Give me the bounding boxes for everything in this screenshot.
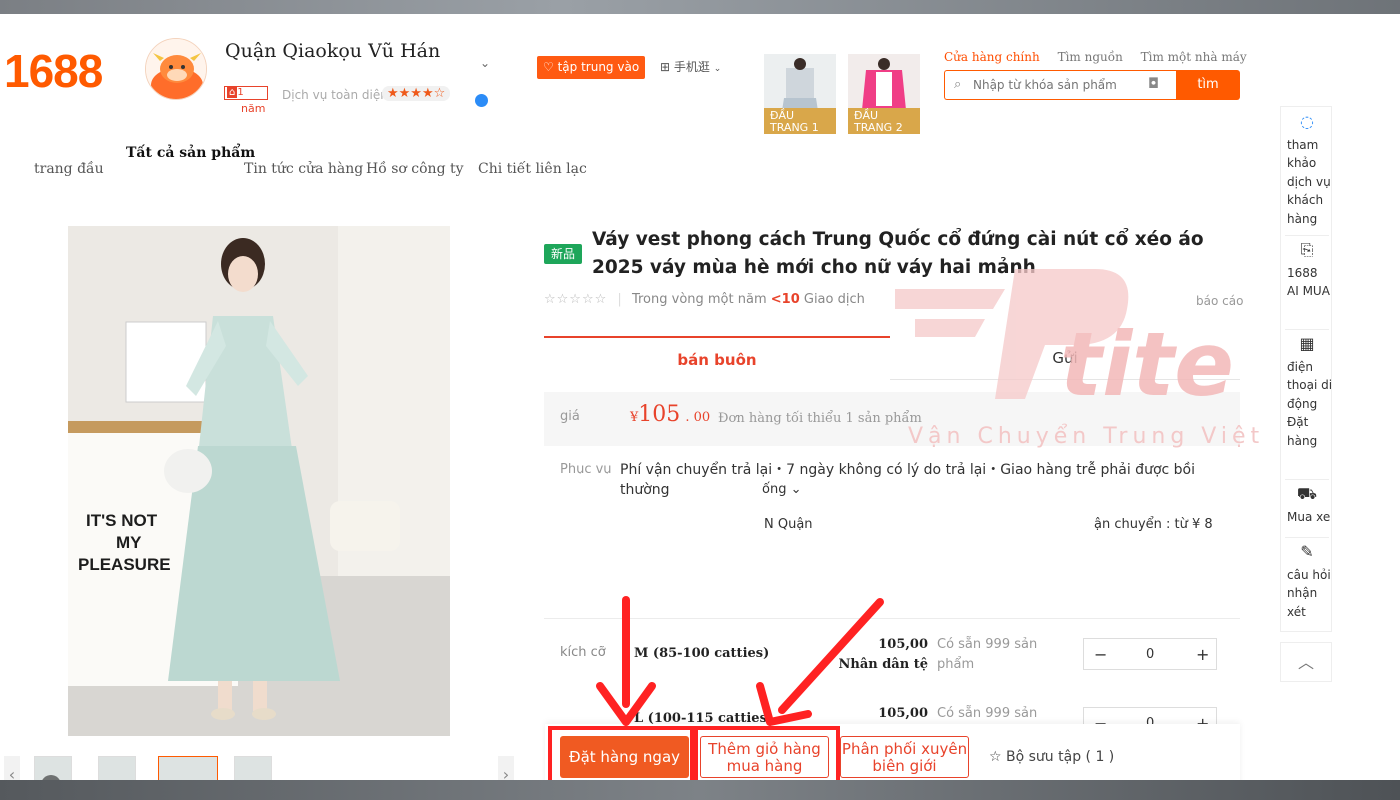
tab-wholesale[interactable]: bán buôn bbox=[544, 336, 890, 380]
price-dec: . 00 bbox=[685, 410, 711, 425]
cow-mascot-icon bbox=[146, 39, 206, 99]
years-badge-icon: ⌂ bbox=[227, 87, 238, 98]
min-order: Đơn hàng tối thiểu 1 sản phẩm bbox=[718, 411, 922, 426]
search-icon: ⌕ bbox=[954, 77, 962, 92]
transactions-count: <10 bbox=[770, 292, 800, 307]
sidebar-divider bbox=[1285, 537, 1329, 538]
years-badge: ⌂ 1 bbox=[224, 86, 268, 100]
transactions-suffix: Giao dịch bbox=[803, 292, 865, 307]
quantity-value[interactable]: 0 bbox=[1146, 647, 1154, 662]
shipping-fee: ận chuyển : từ ¥ 8 bbox=[1094, 517, 1213, 532]
rating-row: ☆☆☆☆☆ | Trong vòng một năm <10 Giao dịch bbox=[544, 292, 865, 307]
product-title: Váy vest phong cách Trung Quốc cổ đứng c… bbox=[592, 229, 1204, 278]
header-product-card-1[interactable]: ĐẦU TRANG 1 bbox=[764, 54, 836, 134]
collection-button[interactable]: ☆ Bộ sưu tập ( 1 ) bbox=[989, 749, 1114, 765]
chat-status-icon[interactable] bbox=[475, 94, 488, 107]
sidebar-item-label: tham khảo dịch vụ khách hàng bbox=[1287, 137, 1331, 226]
years-unit: năm bbox=[241, 102, 266, 115]
floating-sidebar: ◌ tham khảo dịch vụ khách hàng ⎘ 1688 AI… bbox=[1280, 106, 1332, 632]
ai-icon: ⎘ bbox=[1300, 240, 1314, 259]
service-text: Phí vận chuyển trả lại・7 ngày không có l… bbox=[620, 462, 1195, 498]
page: 1688 Quận Qiaokọu Vũ Hán ⌄ ⌂ 1 năm Dịch v… bbox=[0, 14, 1400, 794]
new-product-badge: 新品 bbox=[544, 244, 582, 264]
sidebar-item-label: Mua xe bbox=[1287, 509, 1331, 524]
top-border bbox=[0, 0, 1400, 14]
header-card-label: ĐẦU TRANG 1 bbox=[764, 108, 836, 134]
variant-stock: Có sẵn 999 sản bbox=[937, 706, 1038, 721]
site-logo[interactable]: 1688 bbox=[4, 44, 103, 98]
shop-avatar[interactable] bbox=[145, 38, 207, 100]
svg-text:PLEASURE: PLEASURE bbox=[78, 555, 171, 574]
mobile-browse-link[interactable]: ⊞ 手机逛 ⌄ bbox=[660, 58, 721, 75]
sidebar-item-label: câu hỏi nhận xét bbox=[1287, 567, 1331, 619]
years-number: 1 bbox=[237, 87, 244, 98]
tab-send[interactable]: Gửi bbox=[890, 336, 1240, 380]
quantity-stepper: − 0 + bbox=[1083, 638, 1217, 670]
tab-find-factory[interactable]: Tìm một nhà máy bbox=[1141, 50, 1247, 64]
tab-find-source[interactable]: Tìm nguồn bbox=[1058, 50, 1123, 64]
search-input[interactable] bbox=[973, 76, 1143, 94]
nav-contact[interactable]: Chi tiết liên lạc bbox=[478, 161, 587, 177]
nav-all-products[interactable]: Tất cả sản phẩm bbox=[126, 145, 255, 161]
qr-icon: ▦ bbox=[1299, 334, 1315, 353]
transactions-prefix: Trong vòng một năm bbox=[631, 292, 767, 307]
price-label: giá bbox=[560, 409, 580, 424]
star-outline-icon: ☆ bbox=[989, 749, 1002, 765]
arrow-diagonal-icon bbox=[778, 598, 884, 714]
qr-grid-icon: ⊞ bbox=[660, 60, 671, 74]
minus-button[interactable]: − bbox=[1094, 645, 1107, 664]
mobile-browse-label: 手机逛 bbox=[673, 60, 710, 74]
follow-label: tập trung vào bbox=[557, 60, 640, 74]
plus-button[interactable]: + bbox=[1196, 645, 1209, 664]
chevron-down-icon[interactable]: ⌄ bbox=[480, 56, 490, 70]
rating-stars: ☆☆☆☆☆ bbox=[544, 292, 608, 307]
service-label: Dịch vụ toàn diện bbox=[282, 88, 388, 102]
service-more[interactable]: ống ⌄ bbox=[762, 482, 801, 497]
header-card-label: ĐẦU TRANG 2 bbox=[848, 108, 920, 134]
sidebar-item-ai-buy[interactable]: ⎘ 1688 AI MUA bbox=[1281, 240, 1333, 301]
header-product-card-2[interactable]: ĐẦU TRANG 2 bbox=[848, 54, 920, 134]
sidebar-item-cart[interactable]: ⛟ Mua xe bbox=[1281, 484, 1333, 526]
nav-store-news[interactable]: Tin tức cửa hàng bbox=[244, 161, 363, 177]
edit-icon: ✎ bbox=[1300, 542, 1314, 561]
nav-company-profile[interactable]: Hồ sơ công ty bbox=[366, 161, 464, 177]
sidebar-item-feedback[interactable]: ✎ câu hỏi nhận xét bbox=[1281, 542, 1333, 621]
cart-icon: ⛟ bbox=[1296, 484, 1318, 503]
bottom-border bbox=[0, 780, 1400, 800]
product-photo: IT'S NOT MY PLEASURE bbox=[68, 226, 450, 736]
ship-from: N Quận bbox=[764, 517, 813, 532]
price-int: 105 bbox=[638, 402, 681, 427]
camera-icon[interactable]: ◘ bbox=[1148, 76, 1159, 92]
follow-button[interactable]: ♡ tập trung vào bbox=[537, 56, 645, 79]
search-box: ⌕ ◘ bbox=[944, 70, 1176, 100]
sidebar-item-mobile-order[interactable]: ▦ điện thoại di động Đặt hàng bbox=[1281, 334, 1333, 450]
sidebar-divider bbox=[1285, 479, 1329, 480]
annotation-arrows bbox=[596, 596, 884, 726]
variant-stock: Có sẵn 999 sản phẩm bbox=[937, 637, 1038, 672]
service-label: Phục vụ bbox=[560, 462, 612, 474]
svg-text:MY: MY bbox=[116, 533, 142, 552]
search-scope-tabs: Cửa hàng chính Tìm nguồn Tìm một nhà máy bbox=[944, 50, 1261, 64]
sidebar-divider bbox=[1285, 235, 1329, 236]
sidebar-item-label: điện thoại di động Đặt hàng bbox=[1287, 359, 1333, 448]
back-to-top-button[interactable]: ︿ bbox=[1280, 642, 1332, 682]
shop-name[interactable]: Quận Qiaokọu Vũ Hán bbox=[225, 40, 440, 62]
service-rating: ★★★★☆ bbox=[382, 86, 451, 101]
svg-text:IT'S NOT: IT'S NOT bbox=[86, 511, 158, 530]
cross-border-button[interactable]: Phân phối xuyên biên giới bbox=[840, 736, 969, 778]
search-button[interactable]: tìm bbox=[1176, 70, 1240, 100]
product-main-image[interactable]: IT'S NOT MY PLEASURE bbox=[68, 226, 450, 736]
chevron-down-icon: ⌄ bbox=[713, 64, 722, 74]
watermark-tagline: Vận Chuyển Trung Việt bbox=[908, 424, 1265, 449]
sidebar-item-label: 1688 AI MUA bbox=[1287, 265, 1330, 299]
tab-main-shop[interactable]: Cửa hàng chính bbox=[944, 50, 1040, 64]
nav-home[interactable]: trang đầu bbox=[34, 161, 104, 177]
sidebar-item-customer-service[interactable]: ◌ tham khảo dịch vụ khách hàng bbox=[1281, 112, 1333, 228]
price-value: ¥105 . 00 bbox=[630, 402, 710, 427]
chat-icon: ◌ bbox=[1300, 112, 1314, 131]
heart-plus-icon: ♡ bbox=[543, 60, 554, 74]
report-link[interactable]: báo cáo bbox=[1196, 294, 1243, 308]
sidebar-divider bbox=[1285, 329, 1329, 330]
collection-label: Bộ sưu tập ( 1 ) bbox=[1006, 749, 1115, 765]
